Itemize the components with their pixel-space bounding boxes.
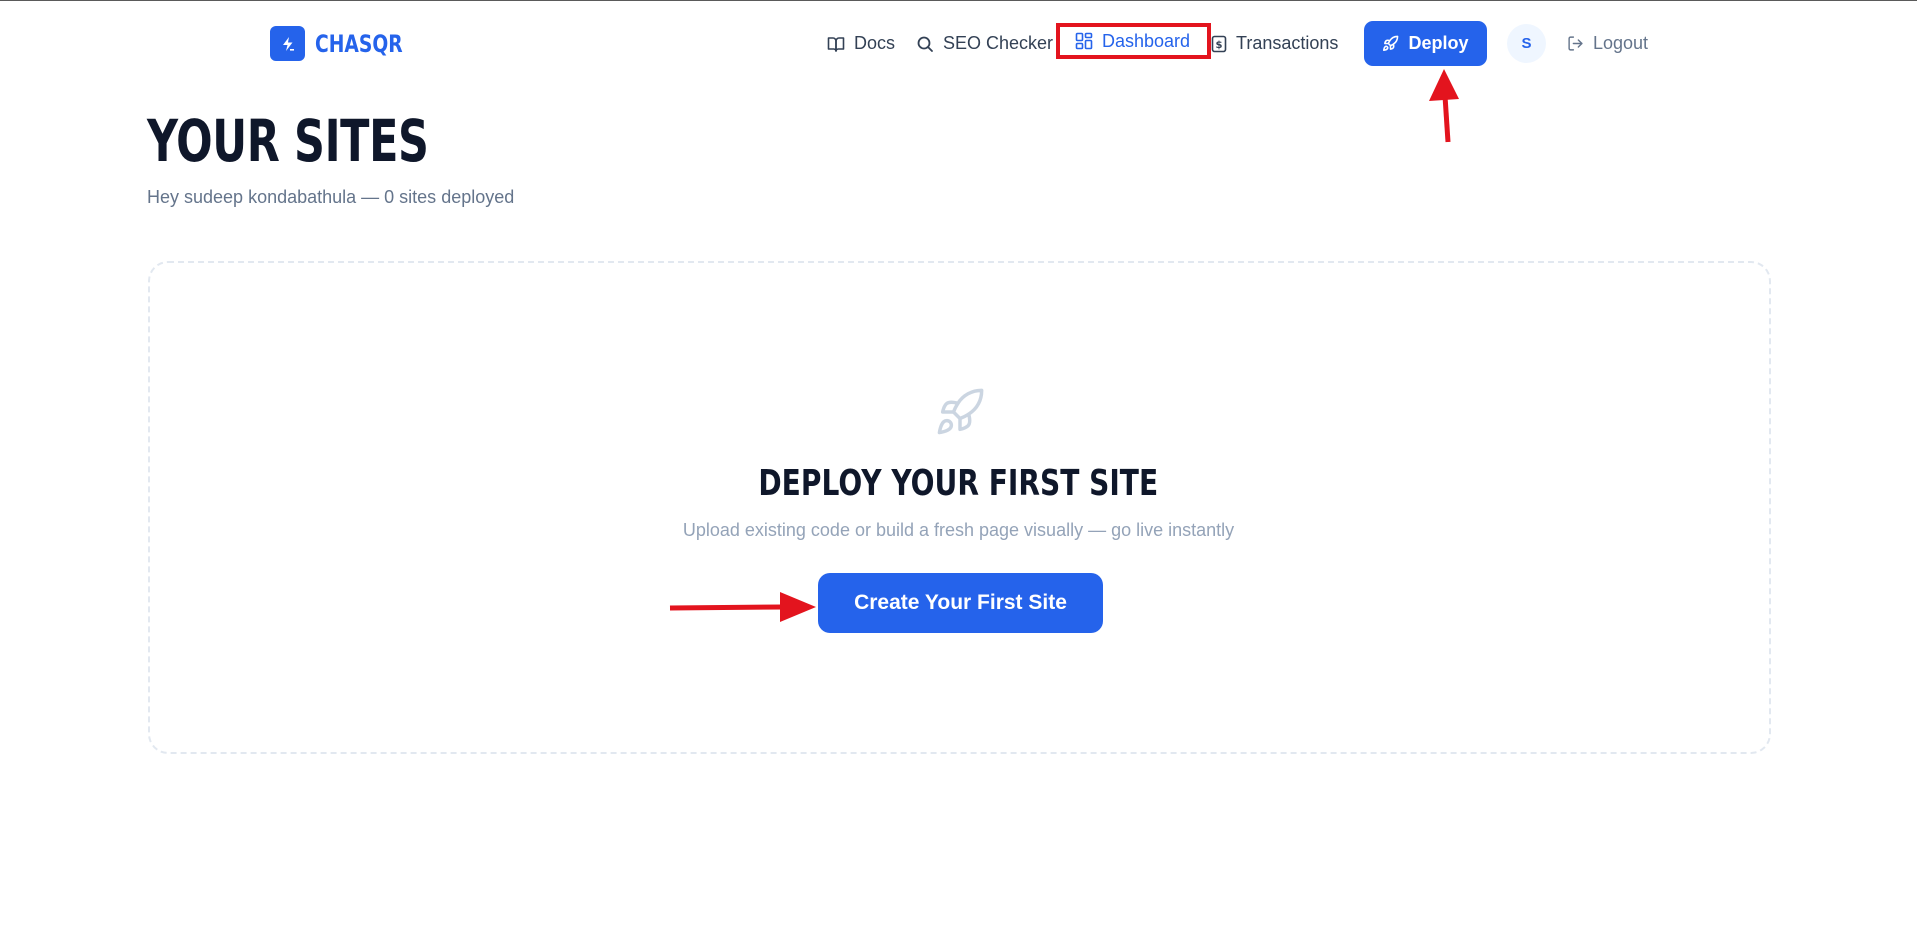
search-icon bbox=[917, 36, 933, 52]
logout-label: Logout bbox=[1593, 33, 1649, 53]
deploy-button[interactable]: Deploy bbox=[1364, 21, 1487, 66]
book-icon bbox=[827, 36, 845, 52]
empty-state-description: Upload existing code or build a fresh pa… bbox=[682, 520, 1235, 540]
top-navbar: CHASQR Docs SEO Checker Dashboard $ Tran… bbox=[0, 1, 1917, 81]
logout-icon bbox=[1568, 36, 1583, 51]
empty-state-title: DEPLOY YOUR FIRST SITE bbox=[0, 463, 1917, 504]
receipt-icon: $ bbox=[1211, 35, 1227, 52]
page-title: YOUR SITES bbox=[147, 107, 429, 175]
nav-seo-label: SEO Checker bbox=[943, 33, 1054, 53]
rocket-icon bbox=[937, 388, 984, 435]
nav-dashboard-label: Dashboard bbox=[1102, 30, 1191, 51]
create-first-site-label: Create Your First Site bbox=[854, 591, 1067, 614]
rocket-icon bbox=[1383, 35, 1399, 52]
dashboard-icon bbox=[1075, 32, 1093, 50]
nav-transactions[interactable]: $ Transactions bbox=[1211, 21, 1338, 66]
deploy-button-label: Deploy bbox=[1408, 33, 1469, 53]
page-subtitle: Hey sudeep kondabathula — 0 sites deploy… bbox=[147, 187, 515, 207]
user-avatar[interactable]: S bbox=[1507, 24, 1546, 63]
nav-docs[interactable]: Docs bbox=[827, 21, 895, 66]
avatar-initial: S bbox=[1521, 35, 1532, 52]
nav-dashboard[interactable]: Dashboard bbox=[1056, 23, 1211, 59]
empty-state-card bbox=[148, 261, 1771, 754]
create-first-site-button[interactable]: Create Your First Site bbox=[818, 573, 1103, 633]
nav-transactions-label: Transactions bbox=[1236, 33, 1339, 53]
nav-docs-label: Docs bbox=[854, 33, 896, 53]
svg-text:$: $ bbox=[1216, 40, 1223, 51]
empty-state-title-text: DEPLOY YOUR FIRST SITE bbox=[758, 463, 1159, 504]
logout-link[interactable]: Logout bbox=[1567, 21, 1648, 66]
nav-seo-checker[interactable]: SEO Checker bbox=[916, 21, 1053, 66]
